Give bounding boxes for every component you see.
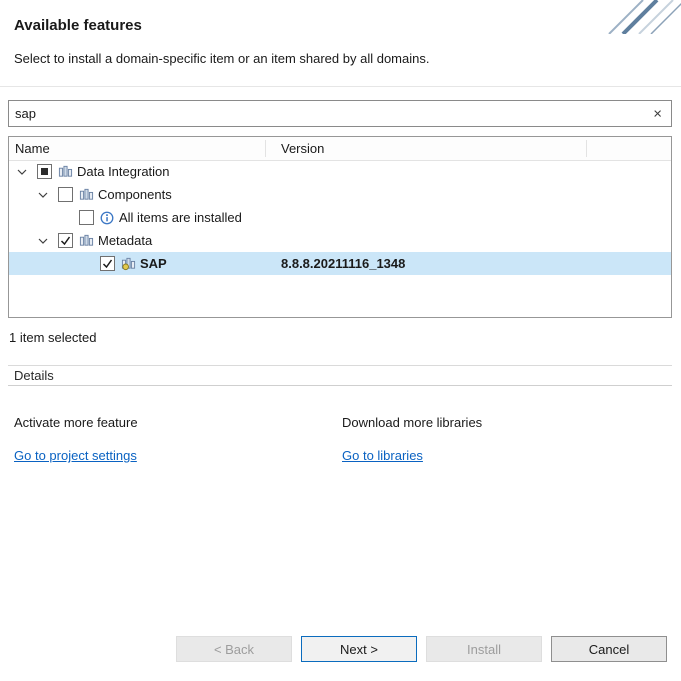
tree-row-components[interactable]: Components [9, 183, 671, 206]
chevron-down-icon[interactable] [17, 169, 37, 175]
checkbox-partial-mark [41, 168, 48, 175]
row-label: All items are installed [119, 206, 242, 229]
back-button: < Back [176, 636, 292, 662]
column-header-name[interactable]: Name [15, 137, 50, 160]
tree-row-all-items-installed[interactable]: All items are installed [9, 206, 671, 229]
tree-row-data-integration[interactable]: Data Integration [9, 160, 671, 183]
download-libraries-heading: Download more libraries [342, 415, 661, 430]
feature-icon [78, 233, 94, 249]
version-cell: 8.8.8.20211116_1348 [273, 252, 405, 275]
table-header: Name Version [9, 137, 671, 161]
page-subtitle: Select to install a domain-specific item… [14, 51, 429, 66]
cancel-button[interactable]: Cancel [551, 636, 667, 662]
clear-search-icon[interactable]: × [653, 106, 662, 121]
search-box: × [8, 100, 672, 127]
row-label: SAP [140, 252, 167, 275]
install-button: Install [426, 636, 542, 662]
details-section-header: Details [8, 365, 672, 386]
tri-state-checkbox[interactable] [37, 164, 52, 179]
header-divider [0, 86, 681, 87]
feature-sap-icon [120, 256, 136, 272]
column-divider[interactable] [265, 140, 266, 157]
row-label: Metadata [98, 229, 152, 252]
column-header-version[interactable]: Version [273, 137, 324, 160]
libraries-link[interactable]: Go to libraries [342, 448, 423, 463]
button-bar: < Back Next > Install Cancel [176, 636, 667, 662]
info-icon [99, 210, 115, 226]
corner-decoration-graphic [581, 0, 681, 34]
next-button[interactable]: Next > [301, 636, 417, 662]
features-tree-table: Name Version Data Integration [8, 136, 672, 318]
row-label: Data Integration [77, 160, 170, 183]
tree-row-metadata[interactable]: Metadata [9, 229, 671, 252]
activate-feature-heading: Activate more feature [14, 415, 342, 430]
checkbox-checked[interactable] [58, 233, 73, 248]
feature-icon [78, 187, 94, 203]
search-input[interactable] [9, 101, 671, 126]
table-body: Data Integration Components All items ar… [9, 160, 671, 275]
project-settings-link[interactable]: Go to project settings [14, 448, 137, 463]
column-divider[interactable] [586, 140, 587, 157]
chevron-down-icon[interactable] [38, 192, 58, 198]
checkmark-icon [102, 259, 113, 269]
checkbox-checked[interactable] [100, 256, 115, 271]
page-title: Available features [14, 17, 142, 34]
feature-icon [57, 164, 73, 180]
details-grid: Activate more feature Go to project sett… [14, 415, 661, 463]
checkbox-unchecked[interactable] [58, 187, 73, 202]
details-column-download: Download more libraries Go to libraries [342, 415, 661, 463]
status-text: 1 item selected [9, 330, 96, 345]
tree-row-sap[interactable]: SAP 8.8.8.20211116_1348 [9, 252, 671, 275]
checkmark-icon [60, 236, 71, 246]
checkbox-unchecked[interactable] [79, 210, 94, 225]
details-label: Details [14, 368, 54, 383]
row-label: Components [98, 183, 172, 206]
chevron-down-icon[interactable] [38, 238, 58, 244]
details-column-activate: Activate more feature Go to project sett… [14, 415, 342, 463]
